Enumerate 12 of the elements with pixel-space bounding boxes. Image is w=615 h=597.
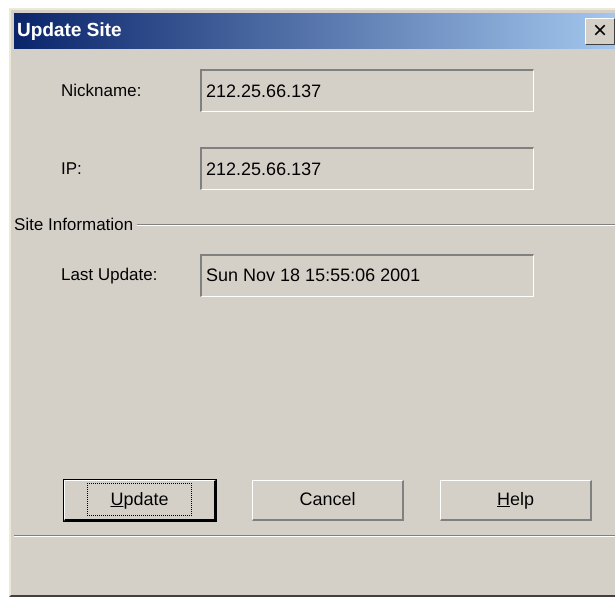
field-label: Last Update: <box>60 264 158 286</box>
field-label: Nickname: <box>60 80 142 102</box>
window-title: Update Site <box>17 18 122 43</box>
field-label: IP: <box>60 158 83 180</box>
text-field[interactable]: 212.25.66.137 <box>200 147 534 190</box>
dialog-button[interactable]: Update <box>64 480 216 520</box>
text-field[interactable]: Sun Nov 18 15:55:06 2001 <box>200 254 534 296</box>
group-title: Site Information <box>14 214 134 236</box>
close-button[interactable]: × <box>585 18 615 44</box>
dialog-button[interactable]: Help <box>440 480 592 520</box>
dialog-button[interactable]: Cancel <box>252 480 404 520</box>
text-field[interactable]: 212.25.66.137 <box>200 69 534 112</box>
